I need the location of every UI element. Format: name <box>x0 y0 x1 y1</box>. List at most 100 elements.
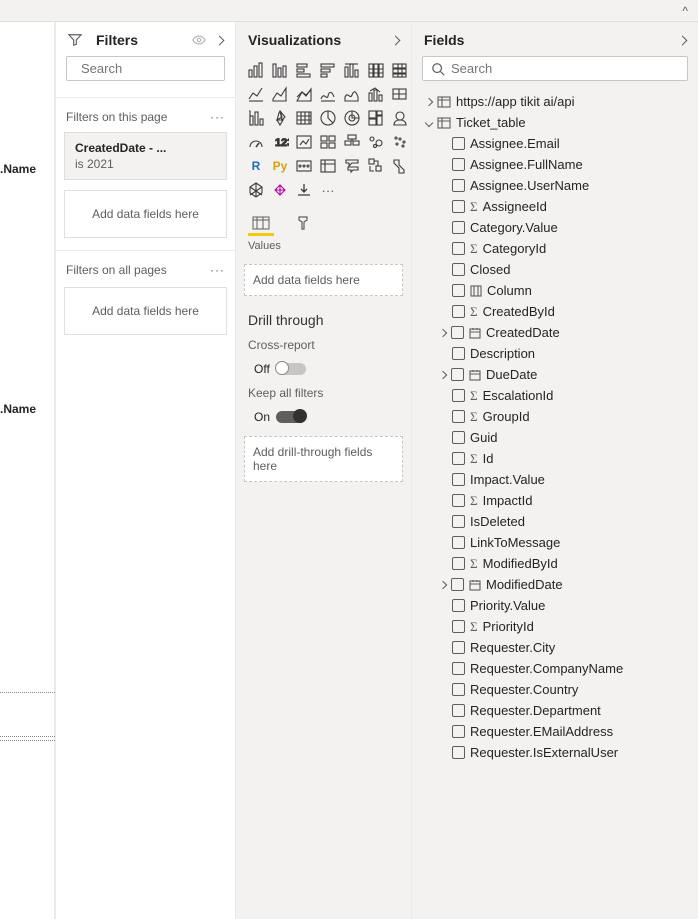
field-row[interactable]: Requester.CompanyName <box>412 658 698 679</box>
viz-type-17[interactable] <box>318 108 338 128</box>
chevron-right-icon[interactable] <box>215 35 225 45</box>
viz-type-15[interactable] <box>270 108 290 128</box>
viz-type-31[interactable] <box>318 156 338 176</box>
viz-type-14[interactable] <box>246 108 266 128</box>
field-row[interactable]: ΣModifiedById <box>412 553 698 574</box>
viz-more-icon[interactable]: ··· <box>318 180 338 200</box>
field-checkbox[interactable] <box>452 158 465 171</box>
datasource-row[interactable]: https://app tikit ai/api <box>412 91 698 112</box>
field-checkbox[interactable] <box>452 746 465 759</box>
table-row[interactable]: Ticket_table <box>412 112 698 133</box>
field-checkbox[interactable] <box>452 599 465 612</box>
viz-type-12[interactable] <box>366 84 386 104</box>
field-row[interactable]: IsDeleted <box>412 511 698 532</box>
eye-icon[interactable] <box>192 33 206 47</box>
viz-type-20[interactable] <box>390 108 410 128</box>
field-row[interactable]: ΣGroupId <box>412 406 698 427</box>
field-checkbox[interactable] <box>451 326 464 339</box>
viz-type-2[interactable] <box>294 60 314 80</box>
viz-import[interactable] <box>294 180 314 200</box>
filter-card-createddate[interactable]: CreatedDate - ... is 2021 <box>64 132 227 180</box>
filters-all-drop[interactable]: Add data fields here <box>64 287 227 335</box>
field-row[interactable]: Guid <box>412 427 698 448</box>
values-drop[interactable]: Add data fields here <box>244 264 403 296</box>
field-checkbox[interactable] <box>452 389 465 402</box>
field-row[interactable]: Priority.Value <box>412 595 698 616</box>
field-row[interactable]: ModifiedDate <box>412 574 698 595</box>
cross-report-toggle[interactable]: Off <box>236 356 411 382</box>
field-row[interactable]: ΣId <box>412 448 698 469</box>
field-row[interactable]: ΣEscalationId <box>412 385 698 406</box>
field-row[interactable]: Requester.EMailAddress <box>412 721 698 742</box>
filters-page-drop[interactable]: Add data fields here <box>64 190 227 238</box>
field-row[interactable]: Requester.Department <box>412 700 698 721</box>
viz-type-25[interactable] <box>342 132 362 152</box>
field-checkbox[interactable] <box>452 641 465 654</box>
field-checkbox[interactable] <box>452 557 465 570</box>
format-tab[interactable] <box>290 212 316 236</box>
field-checkbox[interactable] <box>452 347 465 360</box>
field-checkbox[interactable] <box>452 536 465 549</box>
fields-search-input[interactable] <box>451 61 679 76</box>
viz-type-24[interactable] <box>318 132 338 152</box>
field-row[interactable]: Impact.Value <box>412 469 698 490</box>
viz-type-23[interactable] <box>294 132 314 152</box>
field-row[interactable]: Category.Value <box>412 217 698 238</box>
viz-type-5[interactable] <box>366 60 386 80</box>
viz-type-22[interactable]: 123 <box>270 132 290 152</box>
filters-search-input[interactable] <box>81 61 257 76</box>
viz-type-7[interactable] <box>246 84 266 104</box>
viz-type-10[interactable] <box>318 84 338 104</box>
drillthrough-drop[interactable]: Add drill-through fields here <box>244 436 403 482</box>
field-checkbox[interactable] <box>452 683 465 696</box>
field-checkbox[interactable] <box>452 410 465 423</box>
fields-tree[interactable]: https://app tikit ai/apiTicket_tableAssi… <box>412 91 698 911</box>
viz-type-19[interactable] <box>366 108 386 128</box>
viz-type-9[interactable] <box>294 84 314 104</box>
field-checkbox[interactable] <box>452 515 465 528</box>
field-row[interactable]: Requester.Country <box>412 679 698 700</box>
field-row[interactable]: LinkToMessage <box>412 532 698 553</box>
fields-tab[interactable] <box>248 212 274 236</box>
field-row[interactable]: Assignee.Email <box>412 133 698 154</box>
field-checkbox[interactable] <box>452 179 465 192</box>
field-row[interactable]: Requester.IsExternalUser <box>412 742 698 763</box>
field-row[interactable]: Assignee.UserName <box>412 175 698 196</box>
viz-type-0[interactable] <box>246 60 266 80</box>
viz-type-29[interactable]: Py <box>270 156 290 176</box>
chevron-right-icon[interactable] <box>391 35 401 45</box>
field-checkbox[interactable] <box>451 578 464 591</box>
field-row[interactable]: ΣImpactId <box>412 490 698 511</box>
field-checkbox[interactable] <box>452 305 465 318</box>
viz-type-21[interactable] <box>246 132 266 152</box>
viz-type-33[interactable] <box>366 156 386 176</box>
viz-type-8[interactable] <box>270 84 290 104</box>
field-row[interactable]: ΣCategoryId <box>412 238 698 259</box>
field-row[interactable]: Closed <box>412 259 698 280</box>
viz-type-36[interactable] <box>270 180 290 200</box>
more-icon[interactable]: ··· <box>210 110 225 124</box>
fields-search[interactable] <box>422 56 688 81</box>
viz-type-4[interactable] <box>342 60 362 80</box>
viz-type-1[interactable] <box>270 60 290 80</box>
field-checkbox[interactable] <box>452 200 465 213</box>
field-checkbox[interactable] <box>452 452 465 465</box>
field-checkbox[interactable] <box>451 368 464 381</box>
field-row[interactable]: Requester.City <box>412 637 698 658</box>
viz-type-13[interactable] <box>390 84 410 104</box>
field-checkbox[interactable] <box>452 662 465 675</box>
viz-type-30[interactable] <box>294 156 314 176</box>
more-icon[interactable]: ··· <box>210 263 225 277</box>
viz-type-27[interactable] <box>390 132 410 152</box>
field-row[interactable]: Assignee.FullName <box>412 154 698 175</box>
viz-type-11[interactable] <box>342 84 362 104</box>
field-checkbox[interactable] <box>452 431 465 444</box>
field-checkbox[interactable] <box>452 221 465 234</box>
field-row[interactable]: ΣPriorityId <box>412 616 698 637</box>
collapse-caret[interactable]: ^ <box>682 4 688 18</box>
filters-search[interactable] <box>66 56 225 81</box>
field-checkbox[interactable] <box>452 473 465 486</box>
field-row[interactable]: DueDate <box>412 364 698 385</box>
viz-type-32[interactable] <box>342 156 362 176</box>
field-row[interactable]: Column <box>412 280 698 301</box>
